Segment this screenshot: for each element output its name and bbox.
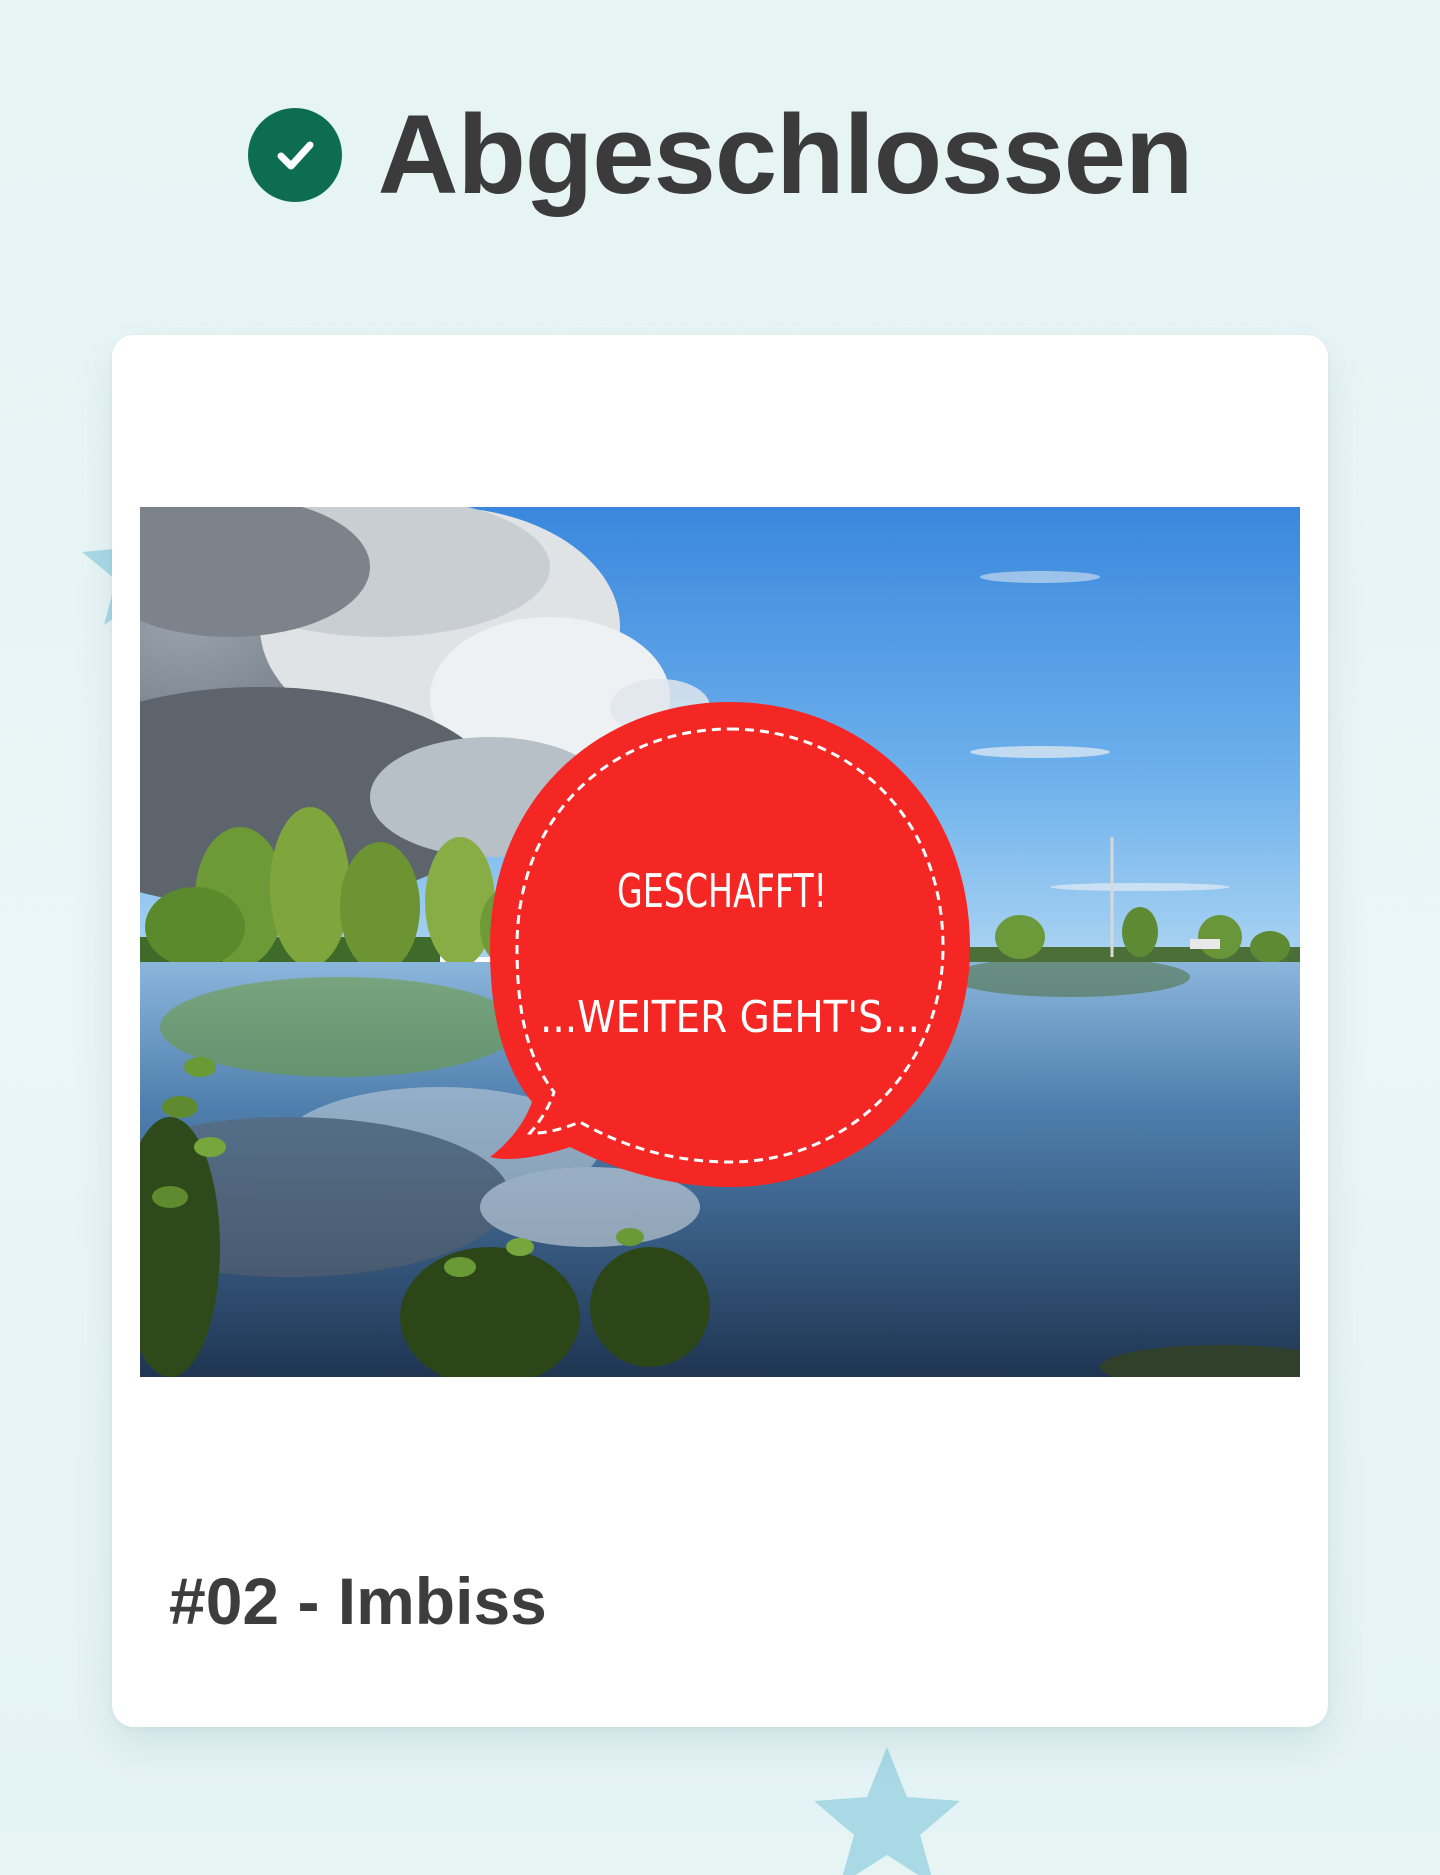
speech-bubble: GESCHAFFT! ...WEITER GEHT'S... [490, 702, 970, 1187]
check-circle-icon [247, 108, 342, 202]
star-icon [814, 1747, 960, 1875]
completion-header: Abgeschlossen [0, 95, 1440, 215]
page-title: Abgeschlossen [377, 92, 1194, 217]
challenge-card[interactable]: GESCHAFFT! ...WEITER GEHT'S... #02 - Imb… [112, 335, 1328, 1727]
card-title: #02 - Imbiss [169, 1564, 547, 1638]
bubble-line-1: GESCHAFFT! [617, 864, 827, 918]
card-image: GESCHAFFT! ...WEITER GEHT'S... [140, 507, 1300, 1377]
bubble-line-2: ...WEITER GEHT'S... [540, 992, 920, 1043]
